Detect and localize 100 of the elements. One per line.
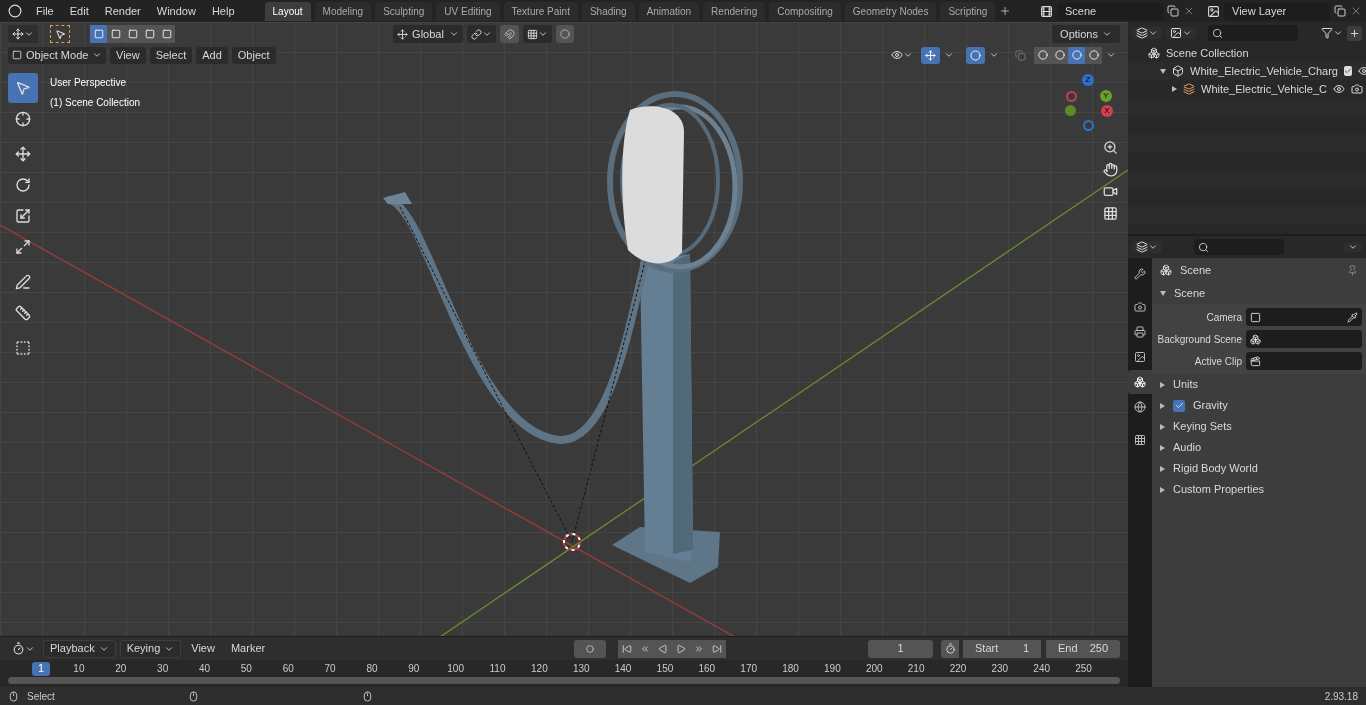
visibility-icon[interactable] (1357, 65, 1366, 77)
selection-mode-button[interactable] (158, 25, 175, 43)
outliner-item[interactable]: White_Electric_Vehicle_Charg (1190, 62, 1338, 80)
workspace-tab[interactable]: Rendering (703, 1, 766, 21)
workspace-tab[interactable]: Sculpting (375, 1, 433, 21)
jump-end-button[interactable] (708, 639, 727, 658)
view-layer-field[interactable]: View Layer (1224, 2, 1330, 20)
filter-button[interactable] (1321, 27, 1343, 39)
start-frame-field[interactable]: Start 1 (963, 639, 1041, 658)
axis-gizmo-negative[interactable] (1065, 105, 1076, 116)
menu-item[interactable]: Window (150, 2, 202, 20)
options-dropdown[interactable]: Options (1052, 25, 1120, 43)
field-input[interactable] (1246, 330, 1362, 348)
view-layer-icon[interactable] (1207, 4, 1220, 18)
section-title[interactable]: Rigid Body World (1173, 460, 1258, 477)
hand-icon[interactable] (1103, 162, 1118, 177)
workspace-tab[interactable]: Modeling (314, 1, 372, 21)
section-title[interactable]: Gravity (1193, 397, 1228, 414)
workspace-tab[interactable]: Shading (581, 1, 635, 21)
axis-gizmo-z[interactable]: Z (1082, 74, 1094, 86)
record-button[interactable] (574, 639, 607, 658)
zoom-icon[interactable] (1103, 140, 1118, 155)
snap-button[interactable] (500, 25, 520, 43)
gizmo-toggle-button[interactable] (921, 46, 940, 64)
shading-mode-button[interactable] (1034, 46, 1051, 64)
editor-type-button[interactable] (1132, 27, 1162, 39)
proportional-edit-button[interactable] (556, 25, 575, 43)
header-menu[interactable]: View (110, 46, 146, 64)
expanded-arrow-icon[interactable] (1160, 290, 1166, 296)
header-menu[interactable]: Select (149, 46, 193, 64)
header-menu[interactable]: Playback (43, 639, 116, 658)
close-icon[interactable] (1183, 5, 1195, 17)
viewport-canvas[interactable]: Global Options Object Mode View Select Add Object User Perspective (1) Scene Collection Z Y X (0, 22, 1128, 637)
panel-title[interactable]: Scene (1174, 284, 1206, 302)
copy-icon[interactable] (1167, 5, 1179, 17)
pivot-dropdown[interactable] (467, 25, 497, 43)
copy-icon[interactable] (1334, 5, 1346, 17)
gizmo-dropdown[interactable] (944, 50, 954, 60)
options-dropdown[interactable] (1344, 242, 1362, 252)
section-title[interactable]: Audio (1173, 439, 1202, 456)
eyedropper-icon[interactable] (1347, 311, 1358, 323)
header-menu[interactable]: Add (196, 46, 228, 64)
header-menu[interactable]: Keying (119, 639, 182, 658)
app-logo-icon[interactable] (8, 4, 22, 18)
add-workspace-icon[interactable] (999, 5, 1012, 17)
workspace-tab[interactable]: Geometry Nodes (844, 1, 937, 21)
workspace-tab[interactable]: Scripting (940, 1, 996, 21)
stopwatch-button[interactable] (941, 639, 959, 658)
scrollbar[interactable] (8, 677, 1120, 685)
shading-mode-button[interactable] (1051, 46, 1068, 64)
collapsed-arrow-icon[interactable] (1160, 402, 1165, 409)
menu-item[interactable]: Render (98, 2, 147, 20)
collapsed-arrow-icon[interactable] (1160, 423, 1165, 430)
pin-icon[interactable] (1347, 264, 1358, 276)
grid-icon[interactable] (1103, 206, 1118, 221)
display-mode-button[interactable] (1166, 27, 1196, 39)
workspace-tab[interactable]: Animation (638, 1, 700, 21)
editor-type-button[interactable] (8, 25, 38, 43)
header-menu[interactable]: View (185, 639, 221, 658)
shading-mode-button[interactable] (1068, 46, 1085, 64)
orientation-dropdown[interactable]: Global (393, 25, 464, 43)
new-collection-button[interactable] (1347, 25, 1362, 41)
workspace-tab[interactable]: Texture Paint (503, 1, 578, 21)
visibility-icon[interactable] (1332, 83, 1345, 95)
camera-icon[interactable] (1103, 184, 1118, 199)
playhead-frame[interactable]: 1 (32, 661, 50, 676)
tool-button[interactable] (8, 73, 38, 103)
search-field[interactable] (1208, 25, 1298, 41)
selection-mode-button[interactable] (107, 25, 124, 43)
render-camera-icon[interactable] (1350, 83, 1363, 95)
tweak-tool-button[interactable] (50, 25, 70, 43)
header-menu[interactable]: Marker (224, 639, 272, 658)
workspace-tab[interactable]: Layout (264, 1, 311, 21)
field-input[interactable] (1246, 308, 1362, 326)
collapsed-arrow-icon[interactable] (1172, 86, 1177, 92)
checkbox[interactable] (1343, 66, 1352, 76)
shading-dropdown[interactable] (1106, 50, 1116, 60)
header-menu[interactable]: Object (231, 46, 276, 64)
collapsed-arrow-icon[interactable] (1160, 465, 1165, 472)
overlay-toggle-button[interactable] (966, 46, 985, 64)
section-title[interactable]: Keying Sets (1173, 418, 1232, 435)
section-title[interactable]: Units (1173, 376, 1199, 393)
end-frame-field[interactable]: End 250 (1046, 639, 1120, 658)
outliner-item[interactable]: Scene Collection (1166, 44, 1358, 62)
scene-selector-icon[interactable] (1040, 4, 1053, 18)
current-frame-field[interactable]: 1 (868, 639, 933, 658)
outliner-item[interactable]: White_Electric_Vehicle_C (1201, 80, 1327, 98)
collapsed-arrow-icon[interactable] (1160, 381, 1165, 388)
collapsed-arrow-icon[interactable] (1160, 444, 1165, 451)
field-input[interactable] (1246, 352, 1362, 370)
axis-gizmo-x[interactable]: X (1101, 105, 1113, 117)
editor-type-button[interactable] (1132, 241, 1162, 253)
menu-item[interactable]: Help (205, 2, 241, 20)
collapsed-arrow-icon[interactable] (1160, 486, 1165, 493)
overlay-dropdown[interactable] (989, 50, 999, 60)
workspace-tab[interactable]: UV Editing (436, 1, 500, 21)
mode-dropdown[interactable]: Object Mode (8, 46, 106, 64)
jump-start-button[interactable] (618, 639, 637, 658)
scene-field[interactable]: Scene (1057, 2, 1163, 20)
snap-dropdown[interactable] (523, 25, 553, 43)
